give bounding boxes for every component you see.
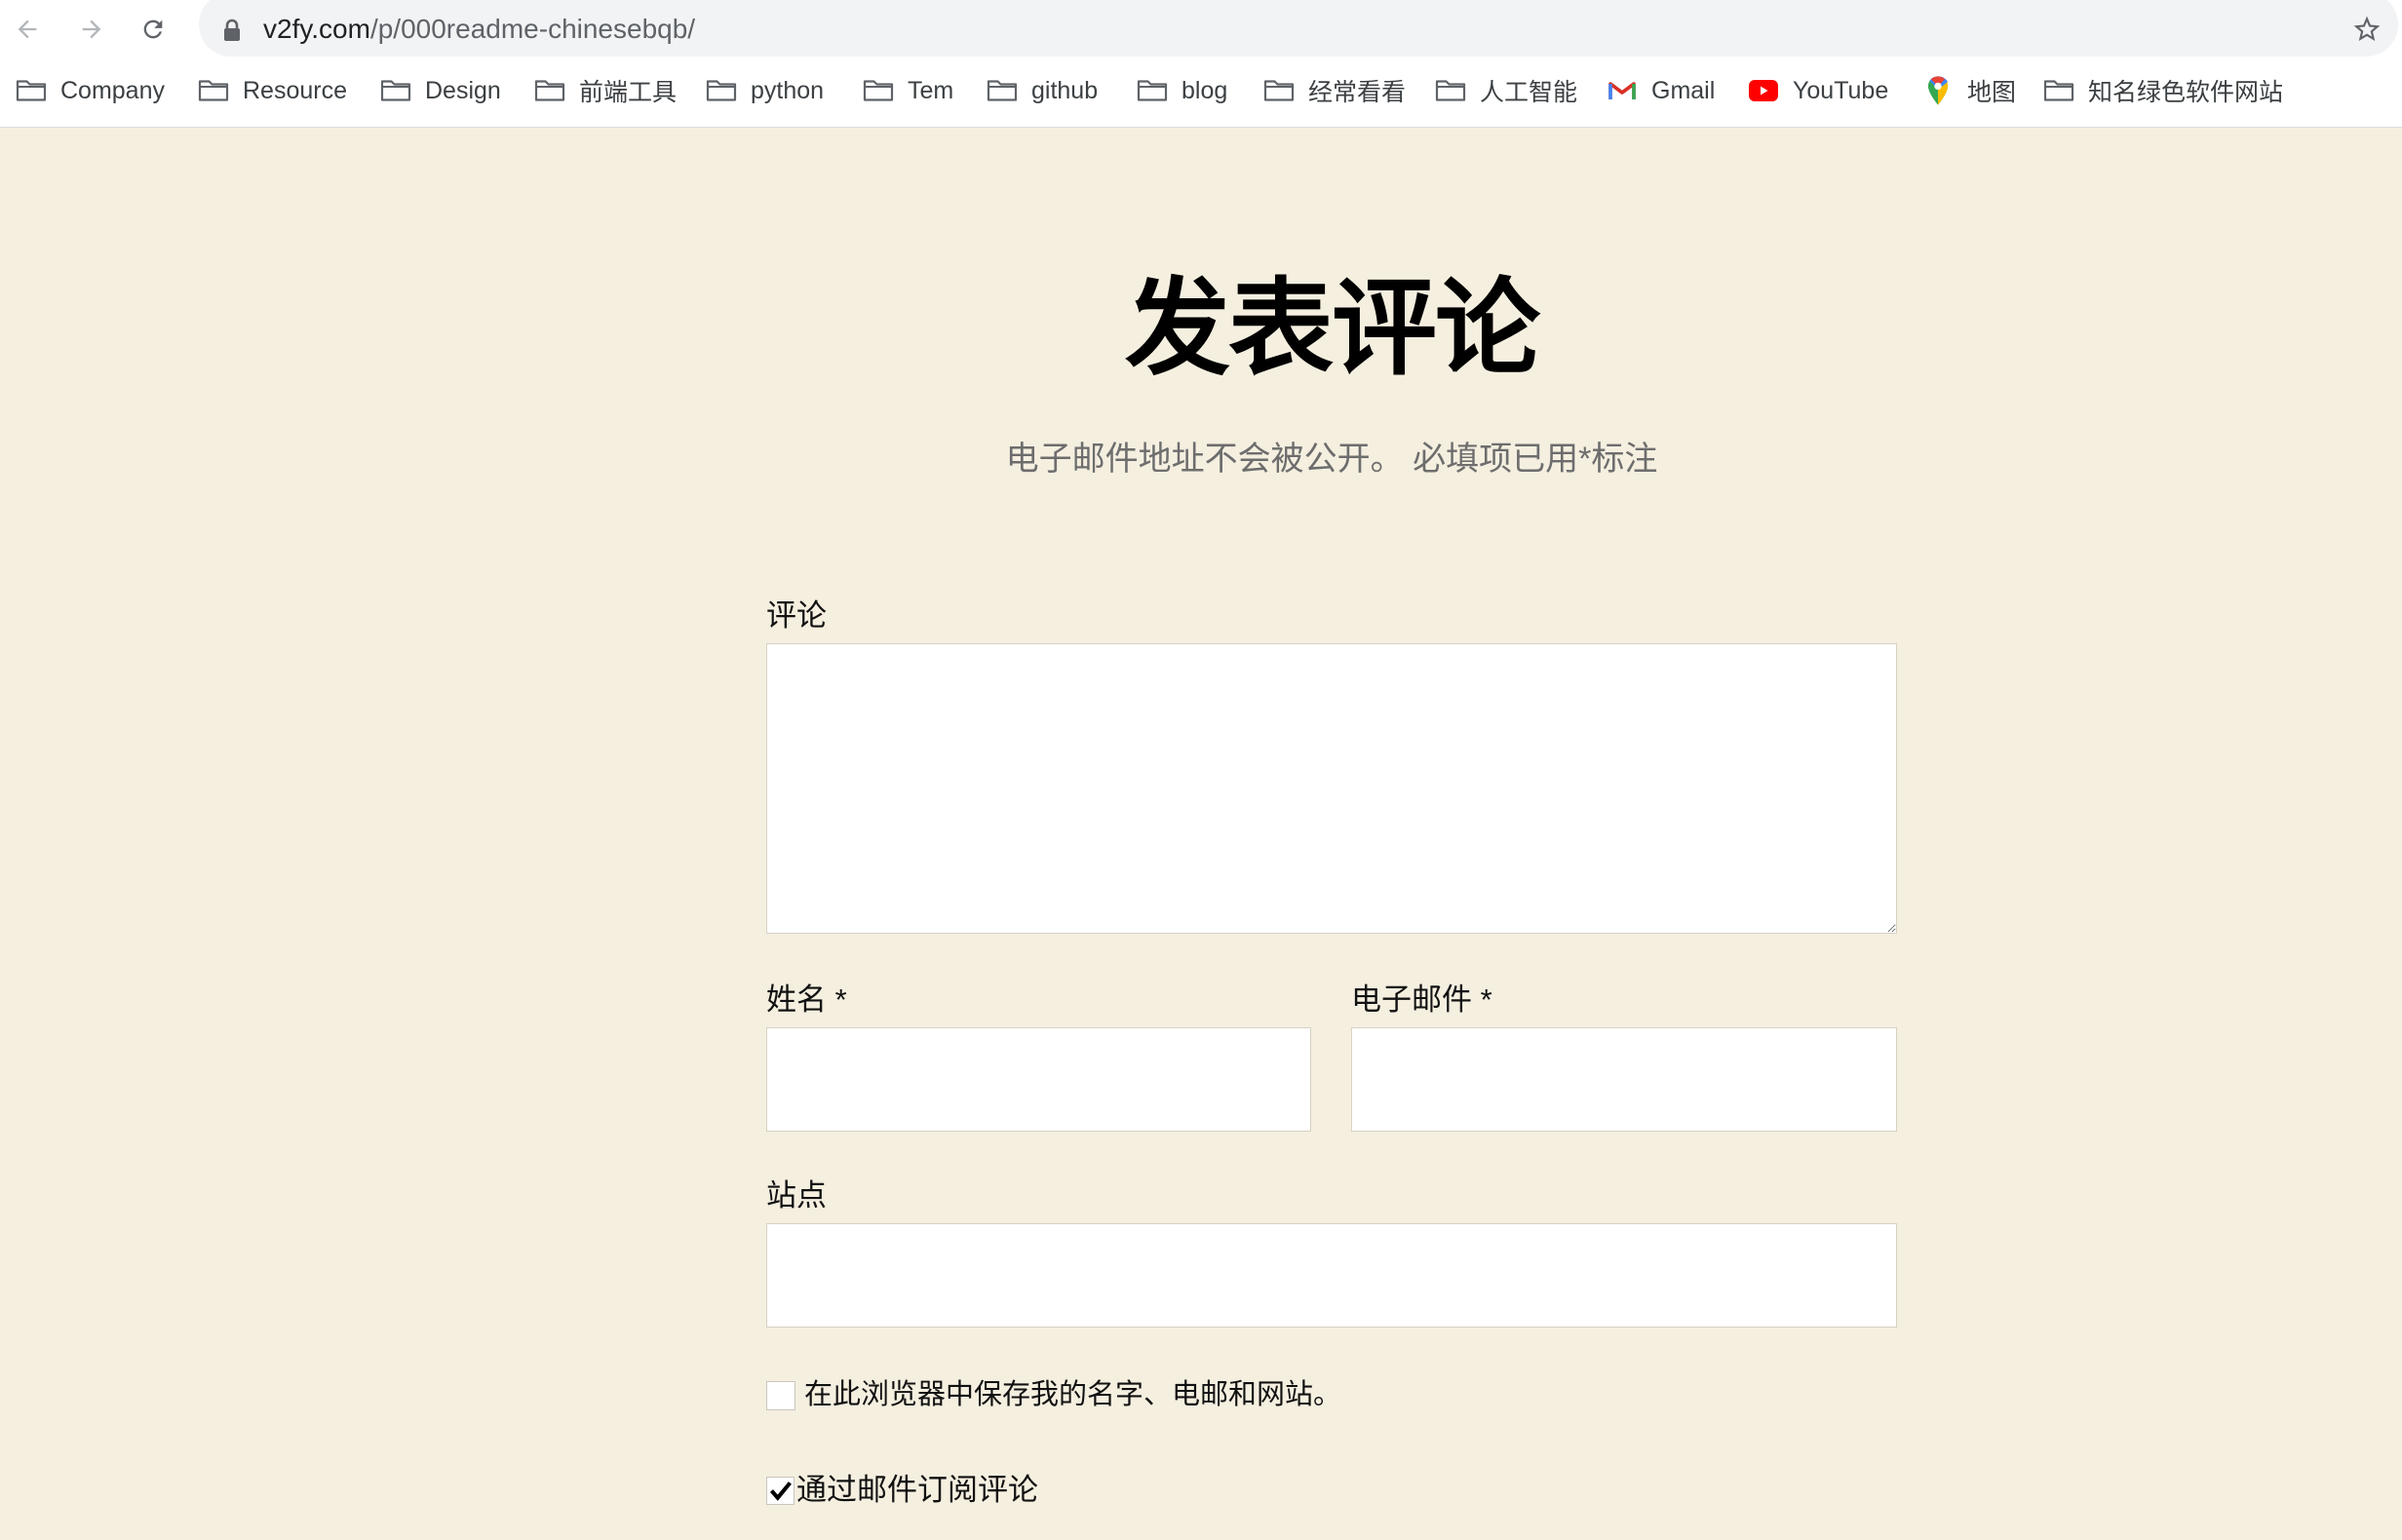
comment-form-title: 发表评论 <box>1124 268 1540 390</box>
bookmarks-bar: Company Resource Design 前端工具 python Tem … <box>0 61 2402 128</box>
folder-icon <box>1435 74 1466 107</box>
back-button[interactable] <box>14 16 41 43</box>
bookmark-label: Company <box>60 76 165 104</box>
cookies-consent-checkbox[interactable] <box>766 1381 795 1410</box>
author-input[interactable] <box>766 1027 1311 1132</box>
bookmark-label: python <box>751 76 825 104</box>
cookies-consent-label[interactable]: 在此浏览器中保存我的名字、电邮和网站。 <box>804 1375 1341 1414</box>
bookmark-label: 前端工具 <box>579 79 678 106</box>
bookmark-label: blog <box>1182 76 1228 104</box>
lock-icon[interactable] <box>222 19 242 42</box>
author-label: 姓名 * <box>766 982 847 1017</box>
reload-icon <box>143 19 163 39</box>
bookmark-star-button[interactable] <box>2351 14 2383 45</box>
bookmark-design[interactable]: Design <box>380 74 501 107</box>
url-text[interactable]: v2fy.com/p/000readme-chinesebqb/ <box>263 0 695 58</box>
comment-notes: 电子邮件地址不会被公开。 必填项已用*标注 <box>1005 441 1658 478</box>
bookmark-label: YouTube <box>1793 76 1889 104</box>
bookmark-label: 人工智能 <box>1480 79 1578 106</box>
folder-icon <box>1137 74 1168 107</box>
bookmark-company[interactable]: Company <box>16 74 165 107</box>
forward-button[interactable] <box>78 16 105 43</box>
bookmark-github[interactable]: github <box>987 74 1098 107</box>
checkmark-icon <box>769 1482 792 1501</box>
folder-icon <box>987 74 1018 107</box>
comment-label: 评论 <box>766 598 827 633</box>
arrow-right-icon <box>82 19 101 39</box>
maps-pin-icon <box>1922 74 1954 107</box>
browser-toolbar: v2fy.com/p/000readme-chinesebqb/ <box>0 0 2402 61</box>
bookmark-blog[interactable]: blog <box>1137 74 1227 107</box>
folder-icon <box>706 74 737 107</box>
arrow-left-icon <box>18 19 37 39</box>
star-icon <box>2353 16 2381 41</box>
subscribe-label[interactable]: 通过邮件订阅评论 <box>796 1469 1038 1512</box>
page-content: 发表评论 电子邮件地址不会被公开。 必填项已用*标注 评论 姓名 * 电子邮件 … <box>0 128 2402 1540</box>
bookmark-label: Resource <box>243 76 347 104</box>
folder-icon <box>1263 74 1295 107</box>
folder-icon <box>534 74 565 107</box>
bookmark-maps[interactable]: 地图 <box>1922 74 2016 107</box>
bookmark-label: Design <box>425 76 501 104</box>
folder-icon <box>863 74 894 107</box>
bookmark-tem[interactable]: Tem <box>863 74 953 107</box>
bookmark-frontend-tools[interactable]: 前端工具 <box>534 74 677 107</box>
url-input[interactable] <box>766 1223 1897 1328</box>
url-host: v2fy.com <box>263 14 370 44</box>
bookmark-youtube[interactable]: YouTube <box>1748 74 1888 107</box>
bookmark-gmail[interactable]: Gmail <box>1607 74 1715 107</box>
folder-icon <box>380 74 411 107</box>
youtube-icon <box>1748 74 1779 107</box>
bookmark-green-software-sites[interactable]: 知名绿色软件网站 <box>2043 74 2283 107</box>
comment-form: 发表评论 电子邮件地址不会被公开。 必填项已用*标注 评论 姓名 * 电子邮件 … <box>766 128 1897 1540</box>
bookmark-frequently-visited[interactable]: 经常看看 <box>1263 74 1406 107</box>
folder-icon <box>198 74 229 107</box>
url-path: /p/000readme-chinesebqb/ <box>369 14 696 44</box>
email-input[interactable] <box>1351 1027 1897 1132</box>
bookmark-label: 经常看看 <box>1308 79 1407 106</box>
subscribe-checkbox[interactable] <box>766 1477 794 1505</box>
bookmark-label: github <box>1031 76 1099 104</box>
bookmark-ai[interactable]: 人工智能 <box>1435 74 1577 107</box>
reload-button[interactable] <box>139 16 167 43</box>
gmail-icon <box>1607 74 1638 107</box>
comment-textarea[interactable] <box>766 643 1897 934</box>
bookmark-label: 知名绿色软件网站 <box>2088 79 2284 106</box>
url-label: 站点 <box>766 1178 827 1213</box>
folder-icon <box>2043 74 2074 107</box>
bookmark-python[interactable]: python <box>706 74 824 107</box>
bookmark-label: Tem <box>908 76 954 104</box>
bookmark-resource[interactable]: Resource <box>198 74 347 107</box>
bookmark-label: 地图 <box>1967 79 2017 106</box>
bookmark-label: Gmail <box>1651 76 1716 104</box>
address-bar[interactable]: v2fy.com/p/000readme-chinesebqb/ <box>199 0 2398 57</box>
folder-icon <box>16 74 47 107</box>
email-label: 电子邮件 * <box>1351 982 1492 1017</box>
